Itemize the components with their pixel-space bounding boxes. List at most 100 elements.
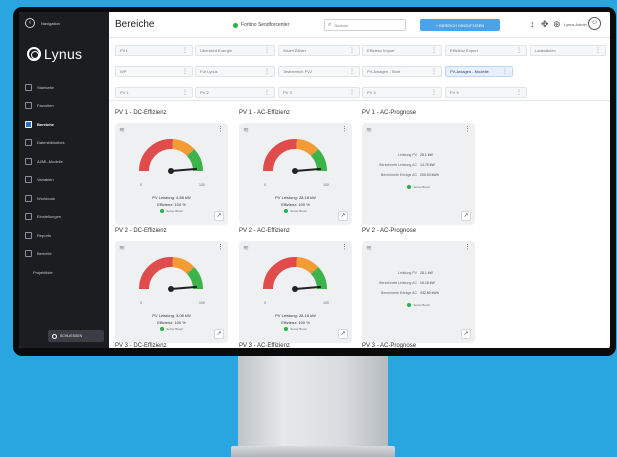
filter-label: Testbereich PV2 bbox=[283, 69, 313, 74]
sidebar-item[interactable]: Datenbibliothek bbox=[19, 134, 109, 153]
area-filter-chip[interactable]: PV 5 ⋮ bbox=[445, 87, 527, 98]
status-text: Server Bereit bbox=[413, 185, 430, 189]
kebab-menu-icon[interactable]: ⋮ bbox=[431, 68, 437, 76]
area-filter-chip[interactable]: Effizienz Export ⋮ bbox=[445, 45, 527, 56]
kebab-menu-icon[interactable]: ⋮ bbox=[217, 125, 224, 133]
back-navigation[interactable]: ‹ Navigation bbox=[25, 18, 60, 28]
kebab-menu-icon[interactable]: ⋮ bbox=[217, 243, 224, 251]
add-area-button[interactable]: + BEREICH HINZUFÜGEN bbox=[420, 19, 500, 31]
sidebar-item[interactable]: AI/ML-Modelle bbox=[19, 152, 109, 171]
chart-button[interactable]: ↗ bbox=[461, 211, 471, 221]
move-icon[interactable]: ✥ bbox=[541, 19, 549, 29]
sidebar-item[interactable]: Workbook bbox=[19, 189, 109, 208]
efficiency-gauge bbox=[139, 257, 203, 292]
chart-icon: ↗ bbox=[216, 213, 222, 219]
sidebar-nav: Startseite Favoriten Bereiche Datenbiblioth… bbox=[19, 78, 109, 282]
kebab-menu-icon[interactable]: ⋮ bbox=[516, 47, 522, 55]
area-filter-chip[interactable]: Für Lynus ⋮ bbox=[195, 66, 275, 77]
kebab-menu-icon[interactable]: ⋮ bbox=[182, 68, 188, 76]
chart-button[interactable]: ↗ bbox=[338, 211, 348, 221]
efficiency-gauge-card[interactable]: ≋ ⋮ 0 100 100 250 PV Leistung: 28.18 kW Effizie… bbox=[239, 241, 352, 343]
sidebar-item[interactable]: Variablen bbox=[19, 171, 109, 190]
sidebar-item[interactable]: Reports bbox=[19, 226, 109, 245]
nav-icon bbox=[25, 157, 32, 165]
gauge-red-segment bbox=[263, 139, 298, 172]
forecast-row: Berechnete Erträge AC 432.80 kWh bbox=[372, 291, 472, 295]
sidebar-item[interactable]: Bereiche bbox=[19, 115, 109, 134]
user-avatar-icon[interactable]: ☺ bbox=[588, 17, 601, 30]
area-filter-chip[interactable]: PV 4 ⋮ bbox=[362, 87, 442, 98]
pv-power-text: PV Leistung: 28.18 kW bbox=[275, 195, 316, 200]
forecast-row: Berechnete Leistung AC 14.75 kW bbox=[372, 163, 472, 167]
forecast-value: 16.18 kW bbox=[420, 281, 435, 285]
gauge-max-label: 100 bbox=[323, 183, 329, 187]
area-filter-chip[interactable]: PV 3 ⋮ bbox=[278, 87, 360, 98]
kebab-menu-icon[interactable]: ⋮ bbox=[464, 243, 471, 251]
nav-icon bbox=[25, 250, 32, 258]
card-title: PV 2 - AC-Prognose bbox=[362, 228, 417, 234]
area-filter-chip[interactable]: WP ⋮ bbox=[115, 66, 193, 77]
area-filter-chip[interactable]: PV-Anlagen - Start ⋮ bbox=[362, 66, 442, 77]
gauge-max-label: 100 bbox=[199, 301, 205, 305]
sidebar-item[interactable]: Startseite bbox=[19, 78, 109, 97]
kebab-menu-icon[interactable]: ⋮ bbox=[349, 89, 355, 97]
kebab-menu-icon[interactable]: ⋮ bbox=[502, 68, 508, 76]
kebab-menu-icon[interactable]: ⋮ bbox=[595, 47, 601, 55]
status-text: Server Bereit bbox=[166, 327, 183, 331]
gauge-max-label: 100 bbox=[199, 183, 205, 187]
area-filter-chip[interactable]: Testbereich PV2 ⋮ bbox=[278, 66, 360, 77]
nav-icon bbox=[25, 120, 32, 128]
area-filter-chip[interactable]: PV1 ⋮ bbox=[115, 45, 193, 56]
forecast-row: Leistung PV 28.1 kW bbox=[372, 271, 472, 275]
efficiency-gauge-card[interactable]: ≋ ⋮ 0 100 100 250 PV Leistung: 28.18 kW Effizie… bbox=[239, 123, 352, 225]
search-input[interactable] bbox=[334, 22, 395, 28]
kebab-menu-icon[interactable]: ⋮ bbox=[349, 47, 355, 55]
kebab-menu-icon[interactable]: ⋮ bbox=[341, 125, 348, 133]
area-filter-chip[interactable]: PV-Anlagen - Modelle ⋮ bbox=[445, 66, 513, 77]
area-filter-chip[interactable]: Übersicht Energie ⋮ bbox=[195, 45, 275, 56]
filter-label: PV 3 bbox=[283, 90, 292, 95]
search-box[interactable]: ⌕ bbox=[324, 19, 406, 31]
kebab-menu-icon[interactable]: ⋮ bbox=[516, 89, 522, 97]
sidebar-item[interactable]: Favoriten bbox=[19, 97, 109, 116]
area-filter-chip[interactable]: Strom Zähler ⋮ bbox=[278, 45, 360, 56]
kebab-menu-icon[interactable]: ⋮ bbox=[349, 68, 355, 76]
sidebar-item-label: Startseite bbox=[37, 84, 54, 90]
kebab-menu-icon[interactable]: ⋮ bbox=[182, 47, 188, 55]
efficiency-gauge-card[interactable]: ≋ ⋮ 0 100 100 250 PV Leistung: 4.88 kW Effizien… bbox=[115, 123, 228, 225]
forecast-card[interactable]: ≋ ⋮ Leistung PV 28.1 kW Berechnete Leistung … bbox=[362, 123, 475, 225]
chart-icon: ↗ bbox=[463, 213, 469, 219]
area-filter-chip[interactable]: Ladesäulen ⋮ bbox=[530, 45, 606, 56]
forecast-card[interactable]: ≋ ⋮ Leistung PV 28.1 kW Berechnete Leistung … bbox=[362, 241, 475, 343]
collapse-sidebar-button[interactable]: SCHLIESSEN bbox=[48, 330, 104, 342]
sidebar-item[interactable]: Einstellungen bbox=[19, 208, 109, 227]
area-filter-chip[interactable]: PV 2 ⋮ bbox=[195, 87, 275, 98]
kebab-menu-icon[interactable]: ⋮ bbox=[182, 89, 188, 97]
pv-power-text: PV Leistung: 3.08 kW bbox=[152, 313, 191, 318]
efficiency-gauge-card[interactable]: ≋ ⋮ 0 100 100 250 PV Leistung: 3.08 kW Effizien… bbox=[115, 241, 228, 343]
chart-icon: ↗ bbox=[216, 331, 222, 337]
kebab-menu-icon[interactable]: ⋮ bbox=[341, 243, 348, 251]
sidebar-item[interactable]: Berichte bbox=[19, 245, 109, 264]
card-title: PV 3 - AC-Prognose bbox=[362, 343, 417, 348]
monitor-stand-neck bbox=[238, 348, 388, 448]
chart-button[interactable]: ↗ bbox=[338, 329, 348, 339]
chart-button[interactable]: ↗ bbox=[461, 329, 471, 339]
sort-icon[interactable]: ↕ bbox=[530, 19, 535, 29]
area-filter-chip[interactable]: PV 1 ⋮ bbox=[115, 87, 193, 98]
forecast-key: Leistung PV bbox=[398, 271, 417, 275]
kebab-menu-icon[interactable]: ⋮ bbox=[431, 89, 437, 97]
status-text: Server Bereit bbox=[290, 327, 307, 331]
chart-button[interactable]: ↗ bbox=[214, 211, 224, 221]
kebab-menu-icon[interactable]: ⋮ bbox=[264, 68, 270, 76]
chart-button[interactable]: ↗ bbox=[214, 329, 224, 339]
kebab-menu-icon[interactable]: ⋮ bbox=[431, 47, 437, 55]
kebab-menu-icon[interactable]: ⋮ bbox=[264, 89, 270, 97]
area-filter-chip[interactable]: Effizienz Import ⋮ bbox=[362, 45, 442, 56]
kebab-menu-icon[interactable]: ⋮ bbox=[264, 47, 270, 55]
sidebar-item[interactable]: Projektliste bbox=[19, 263, 109, 282]
sidebar-item-label: Favoriten bbox=[37, 103, 54, 109]
kebab-menu-icon[interactable]: ⋮ bbox=[464, 125, 471, 133]
filter-label: PV 2 bbox=[200, 90, 209, 95]
globe-icon[interactable]: ⊕ bbox=[553, 19, 561, 29]
